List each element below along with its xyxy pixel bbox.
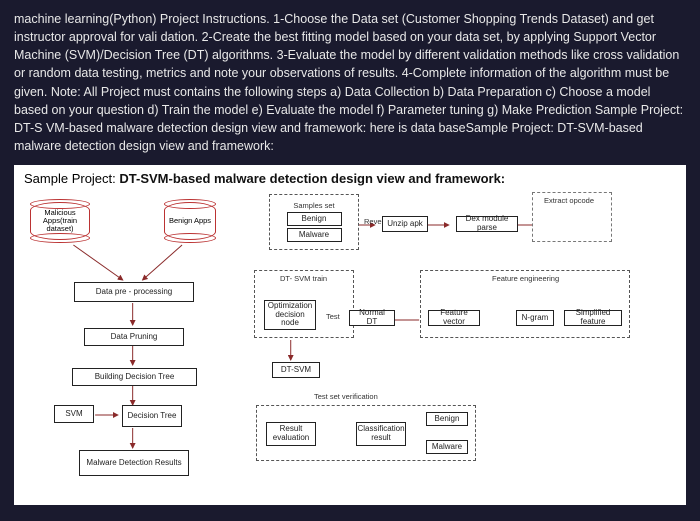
dex-box: Dex module parse xyxy=(456,216,518,232)
flow-canvas: Malicious Apps(train dataset) Benign App… xyxy=(24,190,676,490)
malicious-db: Malicious Apps(train dataset) xyxy=(30,202,90,240)
diagram-title: Sample Project: DT-SVM-based malware det… xyxy=(24,171,676,186)
malware-box: Malware xyxy=(287,228,342,242)
title-prefix: Sample Project: xyxy=(24,171,119,186)
normal-dt-box: Normal DT xyxy=(349,310,395,326)
sample-project-diagram: Sample Project: DT-SVM-based malware det… xyxy=(14,165,686,505)
dt-svm-box: DT-SVM xyxy=(272,362,320,378)
malware-results: Malware Detection Results xyxy=(79,450,189,476)
samples-set-group: Samples set Benign Malware xyxy=(269,194,359,250)
data-pruning: Data Pruning xyxy=(84,328,184,346)
test-label: Test xyxy=(326,312,340,321)
simplified-box: Simplified feature xyxy=(564,310,622,326)
ngram-box: N-gram xyxy=(516,310,554,326)
title-bold: DT-SVM-based malware detection design vi… xyxy=(119,171,505,186)
benign-db: Benign Apps xyxy=(164,202,216,240)
unzip-box: Unzip apk xyxy=(382,216,428,232)
building-decision-tree: Building Decision Tree xyxy=(72,368,197,386)
samples-set-label: Samples set xyxy=(293,202,334,210)
feature-eng-label: Feature engineering xyxy=(492,274,559,283)
result-eval-box: Result evaluation xyxy=(266,422,316,446)
extract-opcode-label: Extract opcode xyxy=(544,196,594,205)
dt-svm-train-label: DT- SVM train xyxy=(280,274,327,283)
malware2-box: Malware xyxy=(426,440,468,454)
opt-decision-box: Optimization decision node xyxy=(264,300,316,330)
project-instructions: machine learning(Python) Project Instruc… xyxy=(0,0,700,161)
benign-box: Benign xyxy=(287,212,342,226)
data-preprocessing: Data pre - processing xyxy=(74,282,194,302)
decision-tree-box: Decision Tree xyxy=(122,405,182,427)
test-verify-label: Test set verification xyxy=(314,392,378,401)
svm-box: SVM xyxy=(54,405,94,423)
feature-vector-box: Feature vector xyxy=(428,310,480,326)
benign2-box: Benign xyxy=(426,412,468,426)
class-result-box: Classification result xyxy=(356,422,406,446)
